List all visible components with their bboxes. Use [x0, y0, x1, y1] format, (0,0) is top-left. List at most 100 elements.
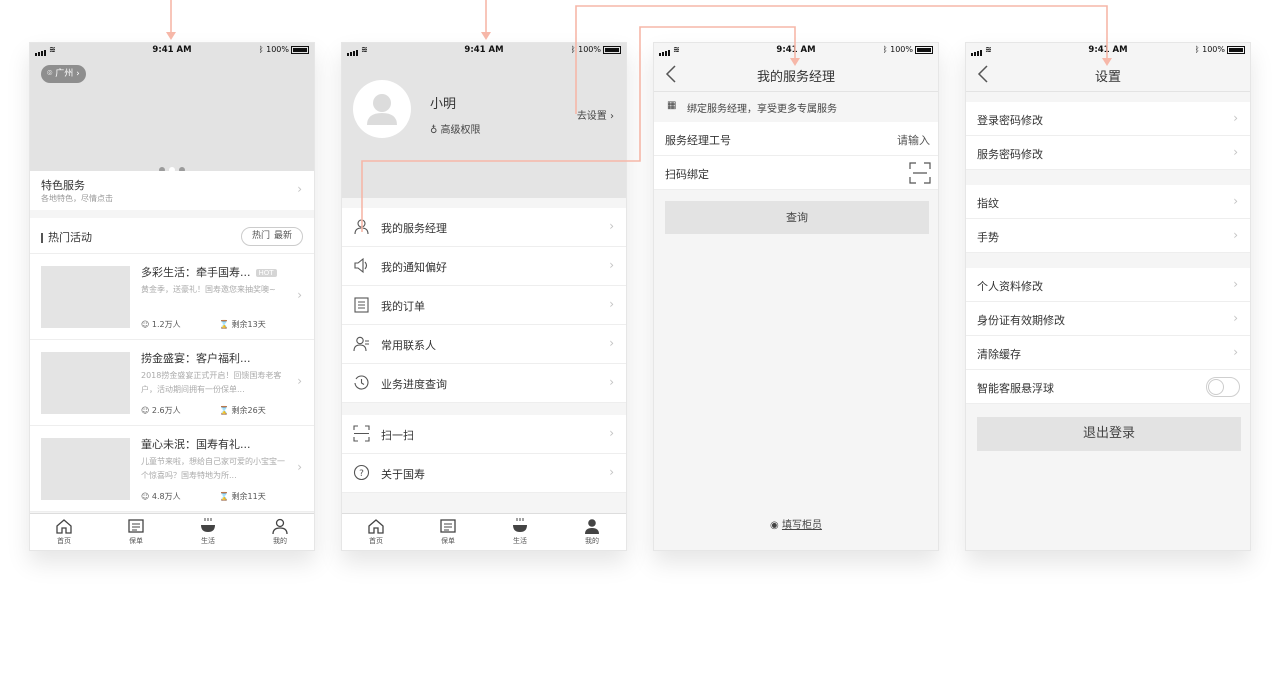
- people-icon: ☺: [141, 320, 150, 329]
- manager-id-label: 服务经理工号: [665, 134, 731, 147]
- setting-login-password[interactable]: 登录密码修改 ›: [966, 102, 1250, 136]
- user-icon: [272, 518, 288, 535]
- feature-subtitle: 各地特色，尽情点击: [41, 194, 113, 203]
- tab-label: 保单: [441, 537, 455, 545]
- bluetooth-icon: ᛒ: [570, 45, 576, 54]
- activity-title: 多彩生活：牵手国寿...: [141, 266, 251, 279]
- phone-settings-screen: ≋ 9:41 AM ᛒ 100% 设置 登录密码修改 › 服务密码修改 › 指纹 › …: [965, 42, 1251, 551]
- tab-life[interactable]: 生活: [495, 517, 545, 546]
- setting-service-password[interactable]: 服务密码修改 ›: [966, 136, 1250, 170]
- tab-home[interactable]: 首页: [39, 517, 89, 546]
- menu-label: 关于国寿: [381, 468, 425, 481]
- query-button[interactable]: 查询: [665, 201, 929, 234]
- menu-label: 我的通知偏好: [381, 261, 447, 274]
- coffee-cup-icon: [201, 518, 215, 532]
- battery-icon: [603, 45, 621, 54]
- setting-fingerprint[interactable]: 指纹 ›: [966, 185, 1250, 219]
- setting-label: 个人资料修改: [977, 280, 1043, 293]
- tab-hot[interactable]: 热门: [252, 231, 270, 241]
- menu-label: 我的订单: [381, 300, 425, 313]
- activity-people: 4.8万人: [151, 492, 181, 501]
- chevron-right-icon: ›: [1233, 194, 1238, 208]
- bind-tip-bar: ▦ 绑定服务经理，享受更多专属服务: [654, 93, 938, 121]
- activity-description: 儿童节来啦，想给自己家可爱的小宝宝一个惊喜吗？国寿特地为所...: [141, 457, 285, 480]
- tab-home[interactable]: 首页: [351, 517, 401, 546]
- setting-clear-cache[interactable]: 清除缓存 ›: [966, 336, 1250, 370]
- setting-label: 服务密码修改: [977, 148, 1043, 161]
- progress-clock-icon: [354, 375, 369, 390]
- nav-bar: 设置: [966, 57, 1250, 92]
- logout-button[interactable]: 退出登录: [977, 417, 1241, 451]
- chevron-right-icon: ›: [1233, 345, 1238, 359]
- menu-business-progress[interactable]: 业务进度查询 ›: [342, 364, 626, 403]
- manager-id-input[interactable]: 请输入: [897, 132, 930, 148]
- people-icon: ☺: [141, 492, 150, 501]
- people-icon: ☺: [141, 406, 150, 415]
- activity-people: 1.2万人: [151, 320, 181, 329]
- activity-card[interactable]: 童心未泯：国寿有礼... 儿童节来啦，想给自己家可爱的小宝宝一个惊喜吗？国寿特地…: [30, 426, 314, 512]
- menu-my-orders[interactable]: 我的订单 ›: [342, 286, 626, 325]
- tab-bar: 首页 保单 生活 我的: [342, 513, 626, 550]
- status-bar: ≋ 9:41 AM ᛒ 100%: [342, 43, 626, 57]
- manager-id-row: 服务经理工号 请输入: [654, 122, 938, 156]
- float-ball-toggle[interactable]: [1206, 377, 1240, 397]
- menu-label: 常用联系人: [381, 339, 436, 352]
- menu-label: 扫一扫: [381, 429, 414, 442]
- bluetooth-icon: ᛒ: [258, 45, 264, 54]
- chevron-right-icon: ›: [609, 258, 614, 272]
- setting-id-validity[interactable]: 身份证有效期修改 ›: [966, 302, 1250, 336]
- tab-life[interactable]: 生活: [183, 517, 233, 546]
- activity-card[interactable]: 捞金盛宴：客户福利... 2018捞金盛宴正式开启！回馈国寿老客户，活动期间拥有…: [30, 340, 314, 426]
- menu-scan[interactable]: 扫一扫 ›: [342, 415, 626, 454]
- tab-new[interactable]: 最新: [274, 231, 292, 241]
- tab-label: 保单: [129, 537, 143, 545]
- scan-icon: [353, 425, 370, 442]
- contacts-icon: [353, 336, 369, 352]
- phone-profile-screen: 小明 ♁ 高级权限 去设置 › ≋ 9:41 AM ᛒ 100% 我的服务经理 …: [341, 42, 627, 551]
- feature-title: 特色服务: [41, 179, 85, 192]
- menu-about[interactable]: ? 关于国寿 ›: [342, 454, 626, 493]
- tab-policy[interactable]: 保单: [111, 517, 161, 546]
- tab-mine-active[interactable]: 我的: [567, 517, 617, 546]
- setting-gesture[interactable]: 手势 ›: [966, 219, 1250, 253]
- menu-frequent-contacts[interactable]: 常用联系人 ›: [342, 325, 626, 364]
- home-banner[interactable]: ⌾ 广州 ›: [30, 43, 314, 173]
- battery-icon: [1227, 45, 1245, 54]
- battery-percent: 100%: [266, 45, 289, 54]
- setting-profile-edit[interactable]: 个人资料修改 ›: [966, 268, 1250, 302]
- page-title: 设置: [1094, 70, 1121, 85]
- phone-service-manager-screen: ≋ 9:41 AM ᛒ 100% 我的服务经理 ▦ 绑定服务经理，享受更多专属服…: [653, 42, 939, 551]
- chevron-right-icon: ›: [297, 374, 302, 388]
- chevron-right-icon: ›: [1233, 145, 1238, 159]
- tab-policy[interactable]: 保单: [423, 517, 473, 546]
- activity-people: 2.6万人: [151, 406, 181, 415]
- setting-label: 身份证有效期修改: [977, 314, 1065, 327]
- battery-percent: 100%: [1202, 45, 1225, 54]
- user-avatar-icon: [367, 94, 397, 125]
- feature-service-row[interactable]: 特色服务 各地特色，尽情点击 ›: [30, 171, 314, 210]
- fill-teller-link[interactable]: ◉ 填写柜员: [654, 516, 938, 531]
- chevron-right-icon: ›: [76, 69, 80, 79]
- go-settings-link[interactable]: 去设置 ›: [577, 107, 614, 122]
- activity-card[interactable]: 多彩生活：牵手国寿... HOT 黄金季，送豪礼！国寿邀您来抽奖噢~ ☺ 1.2万…: [30, 254, 314, 340]
- profile-name: 小明: [430, 97, 457, 112]
- chevron-right-icon: ›: [609, 219, 614, 233]
- activity-title: 童心未泯：国寿有礼...: [141, 438, 251, 451]
- scan-icon[interactable]: [909, 162, 931, 184]
- activity-remaining: 剩余11天: [231, 492, 266, 501]
- menu-my-service-manager[interactable]: 我的服务经理 ›: [342, 208, 626, 247]
- activity-description: 黄金季，送豪礼！国寿邀您来抽奖噢~: [141, 285, 276, 294]
- location-selector[interactable]: ⌾ 广州 ›: [41, 65, 86, 83]
- scan-bind-row[interactable]: 扫码绑定: [654, 156, 938, 190]
- menu-notification-preferences[interactable]: 我的通知偏好 ›: [342, 247, 626, 286]
- setting-label: 指纹: [977, 197, 999, 210]
- avatar[interactable]: [353, 80, 411, 138]
- hourglass-icon: ⌛: [219, 320, 229, 329]
- tab-bar: 首页 保单 生活 我的: [30, 513, 314, 550]
- activity-thumbnail: [41, 438, 130, 500]
- battery-percent: 100%: [578, 45, 601, 54]
- hot-activity-header: 热门活动 热门 最新: [30, 218, 314, 254]
- tab-mine[interactable]: 我的: [255, 517, 305, 546]
- nav-bar: 我的服务经理: [654, 57, 938, 92]
- setting-label: 手势: [977, 231, 999, 244]
